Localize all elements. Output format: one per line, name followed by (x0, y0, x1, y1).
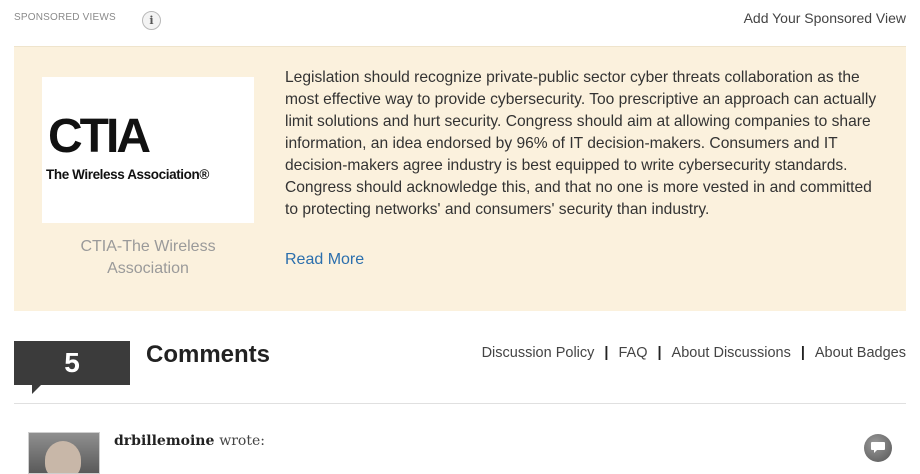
sponsored-text: Legislation should recognize private-pub… (285, 69, 877, 218)
comment-wrote-label: wrote: (219, 433, 265, 449)
avatar-photo (45, 441, 81, 473)
speech-bubble-icon (871, 442, 885, 453)
sponsor-logo[interactable]: CTIA The Wireless Association® (42, 77, 254, 223)
comment-author-line: drbillemoine wrote: (114, 433, 265, 449)
add-sponsored-view-link[interactable]: Add Your Sponsored View (744, 10, 906, 26)
link-separator: | (800, 345, 805, 361)
discussion-policy-link[interactable]: Discussion Policy (482, 345, 595, 361)
sponsored-view-box: CTIA The Wireless Association® CTIA-The … (14, 46, 906, 311)
reply-bubble-icon[interactable] (864, 434, 892, 462)
sponsored-views-header: SPONSORED VIEWS i Add Your Sponsored Vie… (14, 8, 906, 36)
sponsored-views-label: SPONSORED VIEWS (14, 12, 116, 23)
info-icon[interactable]: i (142, 11, 161, 30)
read-more-link[interactable]: Read More (285, 251, 364, 269)
comment-badge-tail (32, 384, 52, 394)
about-badges-link[interactable]: About Badges (815, 345, 906, 361)
comments-heading: Comments (146, 341, 271, 368)
comment-count-badge: 5 (14, 341, 130, 385)
link-separator: | (657, 345, 662, 361)
link-separator: | (604, 345, 609, 361)
faq-link[interactable]: FAQ (618, 345, 647, 361)
avatar[interactable] (28, 432, 100, 474)
sponsor-name-link[interactable]: CTIA-The Wireless Association (42, 236, 254, 280)
sponsor-logo-tagline: The Wireless Association® (46, 167, 209, 182)
comment-links: Discussion Policy | FAQ | About Discussi… (482, 345, 906, 361)
about-discussions-link[interactable]: About Discussions (672, 345, 791, 361)
comments-divider (14, 403, 906, 404)
comment-author-name[interactable]: drbillemoine (114, 433, 214, 449)
sponsor-logo-wordmark: CTIA (48, 110, 151, 163)
